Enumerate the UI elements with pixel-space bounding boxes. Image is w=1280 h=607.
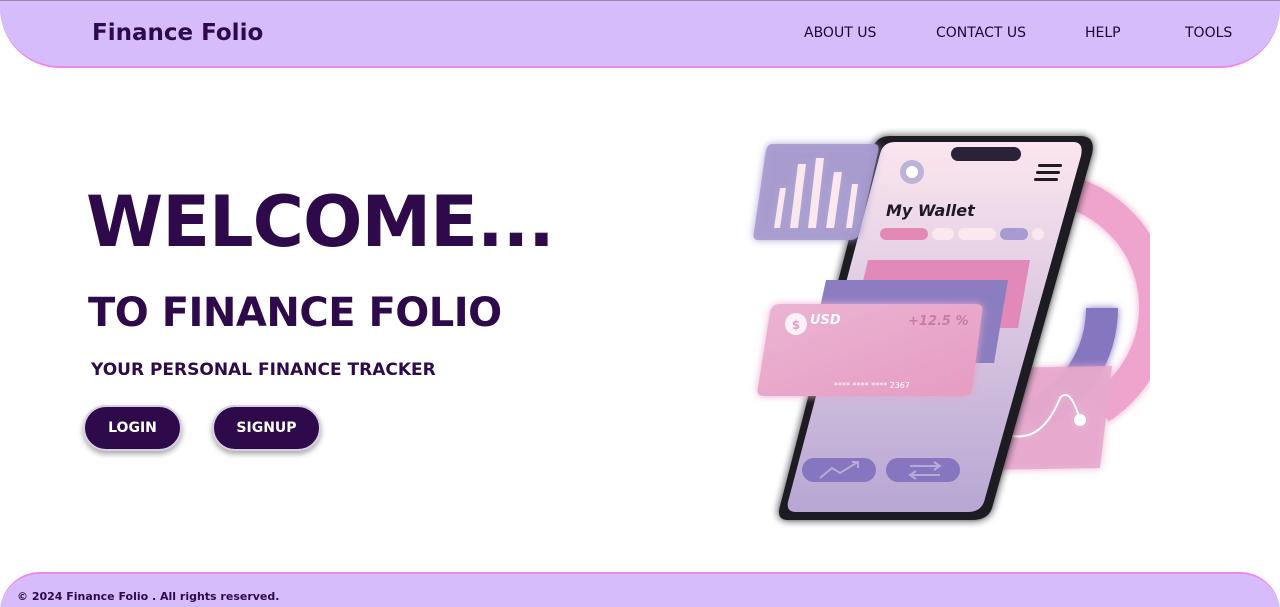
hero-heading: WELCOME...: [86, 181, 555, 263]
nav-contact-us[interactable]: CONTACT US: [936, 25, 1026, 41]
nav-help[interactable]: HELP: [1085, 25, 1121, 41]
wallet-title: My Wallet: [886, 201, 976, 220]
currency-label: USD: [810, 313, 841, 328]
hero-subheading: TO FINANCE FOLIO: [88, 290, 502, 336]
transfer-icon[interactable]: [886, 458, 960, 482]
nav-about-us[interactable]: ABOUT US: [804, 25, 876, 41]
brand-logo[interactable]: Finance Folio: [92, 20, 263, 46]
site-footer: © 2024 Finance Folio . All rights reserv…: [0, 572, 1280, 607]
change-label: +12.5 %: [908, 314, 969, 329]
trend-up-icon[interactable]: [802, 458, 876, 482]
wallet-phone-illustration: My Wallet $ USD +12.5 % **** **** **** 2…: [753, 136, 1150, 520]
login-button[interactable]: LOGIN: [83, 405, 182, 451]
site-header: Finance Folio ABOUT US CONTACT US HELP T…: [0, 0, 1280, 68]
bar-chart-icon: [753, 144, 879, 240]
hero-tagline: YOUR PERSONAL FINANCE TRACKER: [91, 360, 436, 380]
wallet-tabs: [880, 228, 1044, 240]
usd-card: $ USD +12.5 % **** **** **** 2367: [757, 304, 983, 396]
copyright-text: © 2024 Finance Folio . All rights reserv…: [17, 590, 280, 603]
signup-button[interactable]: SIGNUP: [212, 405, 321, 451]
card-number: **** **** **** 2367: [834, 381, 910, 390]
nav-tools[interactable]: TOOLS: [1185, 25, 1232, 41]
svg-text:$: $: [792, 318, 800, 332]
